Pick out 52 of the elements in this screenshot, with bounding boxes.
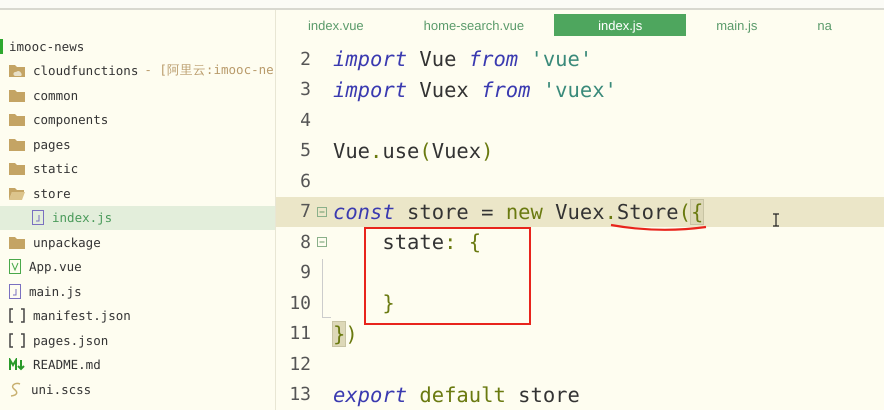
file-tree-item[interactable]: static: [0, 156, 275, 181]
folder-icon: [9, 236, 25, 249]
line-number: 12: [288, 354, 311, 375]
file-tree-item[interactable]: common: [0, 83, 275, 108]
line-number: 3: [299, 79, 311, 100]
file-tree-item[interactable]: App.vue: [0, 254, 275, 279]
code-line: Vue.use(Vuex): [333, 138, 494, 163]
code-line: import Vue from 'vue': [333, 47, 592, 72]
line-number: 13: [288, 384, 311, 406]
file-tree-item[interactable]: README.md: [0, 352, 275, 377]
line-number: 7: [299, 201, 311, 222]
line-number: 9: [299, 262, 311, 284]
swirl-icon: [9, 382, 23, 397]
fold-icon[interactable]: [317, 237, 327, 248]
line-number: 6: [299, 170, 311, 192]
vue-file-icon: [9, 259, 21, 274]
file-tree-item[interactable]: pages: [0, 132, 275, 156]
fold-icon[interactable]: [317, 206, 327, 217]
folder-icon: [9, 162, 25, 176]
cloud-binding-label: - [阿里云:imooc-ne: [144, 62, 274, 80]
code-line: import Vuex from 'vuex': [333, 78, 617, 102]
folder-icon: [9, 113, 25, 126]
file-tree-item[interactable]: manifest.json: [0, 304, 275, 328]
file-tree-item[interactable]: components: [0, 108, 275, 132]
file-tree-item[interactable]: main.js: [0, 279, 275, 304]
fold-guide: [322, 259, 331, 318]
file-icon: [32, 210, 44, 226]
folder-icon: [9, 186, 25, 200]
folder-icon: [9, 138, 25, 151]
file-tree-item[interactable]: unpackage: [0, 230, 275, 254]
brackets-icon: [9, 308, 25, 324]
code-line: }: [381, 291, 395, 316]
code-line: const store = new Vuex.Store({: [333, 200, 704, 224]
markdown-icon: [9, 358, 25, 372]
folder-icon: [9, 88, 25, 102]
code-line: export default store: [333, 382, 580, 407]
file-icon: [9, 284, 21, 299]
line-number: 5: [299, 140, 311, 162]
code-line: state: {: [381, 230, 482, 254]
line-number: 10: [288, 292, 311, 314]
file-tree-item[interactable]: store: [0, 181, 275, 206]
line-number: 4: [299, 110, 311, 131]
file-tree-item[interactable]: pages.json: [0, 328, 275, 352]
text-cursor-icon: [772, 213, 780, 227]
project-root-item[interactable]: imooc-news: [0, 34, 275, 58]
folder-icon: [9, 64, 25, 78]
line-number: 2: [299, 48, 311, 70]
line-number: 8: [299, 232, 311, 253]
line-number: 11: [288, 323, 311, 344]
file-tree-item[interactable]: cloudfunctions - [阿里云:imooc-ne: [0, 58, 275, 83]
file-tree-item[interactable]: uni.scss: [0, 377, 275, 402]
brackets-icon: [9, 332, 25, 348]
